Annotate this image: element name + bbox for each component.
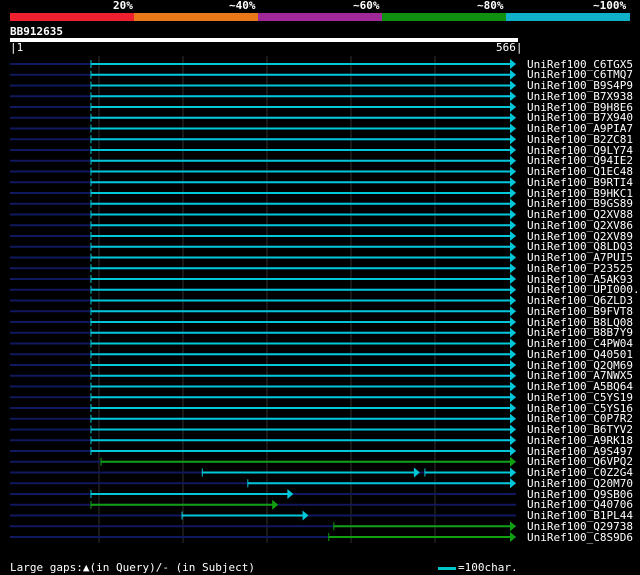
hit-arrow-head: [510, 435, 516, 446]
hit-arrow-head: [510, 349, 516, 360]
hit-arrow-head: [510, 381, 516, 392]
hit-label[interactable]: UniRef100_C8S9D6: [527, 532, 633, 543]
scale-text: =100char.: [458, 561, 518, 574]
hit-arrow-head: [510, 112, 516, 123]
hit-arrow-head: [510, 102, 516, 112]
hit-arrow-head: [510, 403, 516, 413]
hit-arrow-head: [510, 91, 516, 102]
hit-arrow-head: [510, 209, 516, 220]
hit-arrow-head: [510, 263, 516, 274]
hit-arrow-head: [510, 446, 516, 456]
hit-arrow-head: [510, 370, 516, 381]
hit-arrow-head: [510, 155, 516, 166]
hit-arrow-head: [510, 198, 516, 209]
hit-arrow-head: [510, 413, 516, 424]
hit-arrow-head: [510, 532, 516, 542]
hit-arrow-head: [510, 478, 516, 489]
hit-arrow-head: [510, 456, 516, 467]
hit-arrow-head: [510, 327, 516, 338]
hit-arrow-head: [510, 69, 516, 80]
footer-gaps-legend: Large gaps:▲(in Query)/- (in Subject): [10, 561, 256, 574]
hit-arrow-head: [510, 467, 516, 478]
hit-arrow-head: [510, 220, 516, 231]
hit-arrow-head: [510, 59, 516, 69]
hit-arrow-head: [510, 123, 516, 134]
hit-arrow-head: [510, 317, 516, 327]
hit-arrow-head: [510, 274, 516, 284]
hit-arrow-head: [510, 295, 516, 306]
hit-arrow-head: [510, 134, 516, 145]
hit-arrow-head: [510, 424, 516, 435]
hit-arrow-head: [510, 521, 516, 532]
hit-arrow-head: [510, 231, 516, 241]
hit-arrow-head: [510, 166, 516, 177]
hit-arrow-head: [510, 360, 516, 370]
hit-arrow-head: [510, 306, 516, 317]
hit-arrow-head: [287, 489, 294, 499]
hit-arrow-head: [510, 392, 516, 403]
hit-arrow-head: [510, 80, 516, 91]
hit-arrow-head: [510, 145, 516, 155]
hit-arrow-head: [413, 467, 420, 478]
scale-swatch: [438, 566, 456, 570]
hit-arrow-head: [510, 177, 516, 188]
scale-legend: =100char.: [438, 562, 518, 574]
hit-arrow-head: [272, 499, 279, 510]
hit-arrow-head: [510, 338, 516, 349]
hit-arrow-head: [510, 188, 516, 198]
hit-arrow-head: [510, 241, 516, 252]
hit-arrow-head: [510, 284, 516, 295]
hit-arrow-head: [510, 252, 516, 263]
hit-arrow-head: [302, 510, 309, 521]
